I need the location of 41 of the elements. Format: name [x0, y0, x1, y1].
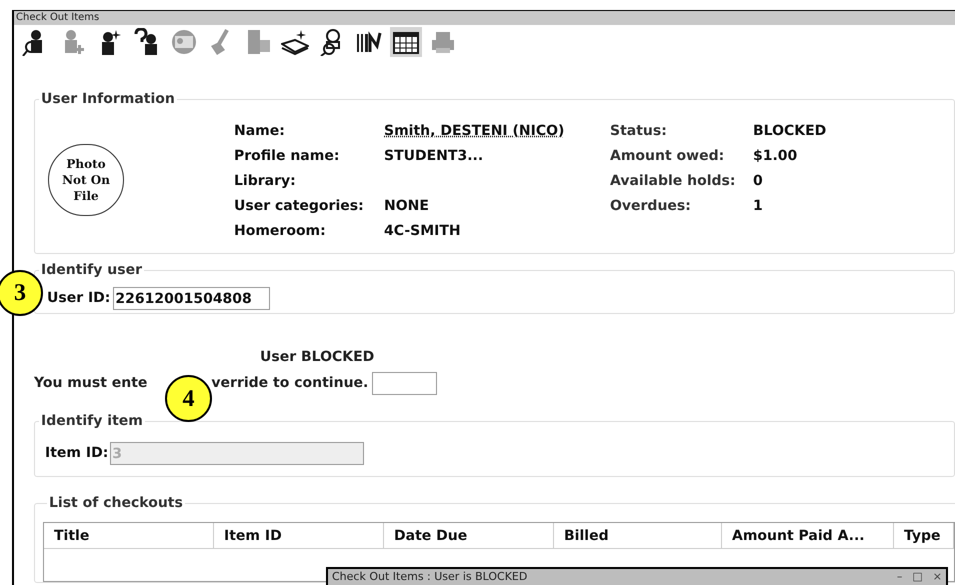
column-header[interactable]: Amount Paid A...: [722, 523, 894, 548]
field-label: User categories:: [234, 197, 365, 216]
field-value: STUDENT3...: [384, 147, 484, 166]
field-value: 1: [753, 197, 764, 216]
column-header[interactable]: Date Due: [384, 523, 554, 548]
section-legend: User Information: [39, 89, 177, 110]
field-value: $1.00: [753, 147, 798, 166]
maximize-button[interactable]: □: [912, 571, 923, 583]
field-value: 0: [753, 172, 764, 191]
column-header[interactable]: Title: [44, 523, 214, 548]
field-label: Name:: [234, 122, 286, 141]
photo-missing-text: Photo Not On File: [61, 156, 111, 204]
minimize-button[interactable]: –: [896, 571, 902, 583]
calendar-icon[interactable]: [390, 27, 422, 57]
field-label: Homeroom:: [234, 222, 327, 241]
field-label: Status:: [610, 122, 668, 141]
blocked-heading: User BLOCKED: [260, 348, 374, 366]
field-label: User ID:: [47, 289, 110, 308]
column-header[interactable]: Item ID: [214, 523, 384, 548]
field-value: 4C-SMITH: [384, 222, 462, 241]
override-field[interactable]: [372, 372, 438, 395]
dialog-title: Check Out Items : User is BLOCKED: [332, 568, 528, 585]
field-label: Profile name:: [234, 147, 340, 166]
close-button[interactable]: ×: [932, 571, 942, 583]
field-label: Amount owed:: [610, 147, 726, 166]
field-value: NONE: [384, 197, 430, 216]
override-prompt: verride to continue.: [211, 374, 368, 393]
field-value: BLOCKED: [753, 122, 828, 141]
user-name-link[interactable]: Smith, DESTENI (NICO): [384, 122, 564, 141]
callout-number: 3: [0, 270, 43, 316]
section-legend: Identify item: [39, 411, 145, 432]
section-legend: List of checkouts: [47, 493, 185, 514]
column-header[interactable]: Billed: [554, 523, 722, 548]
field-label: Overdues:: [610, 197, 692, 216]
override-prompt: You must ente: [34, 374, 148, 393]
user-id-field[interactable]: 22612001504808: [113, 287, 270, 310]
field-label: Item ID:: [45, 444, 108, 463]
window-title: Check Out Items: [14, 11, 955, 25]
field-label: Library:: [234, 172, 297, 191]
field-label: Available holds:: [610, 172, 736, 191]
column-header[interactable]: Type: [894, 523, 954, 548]
